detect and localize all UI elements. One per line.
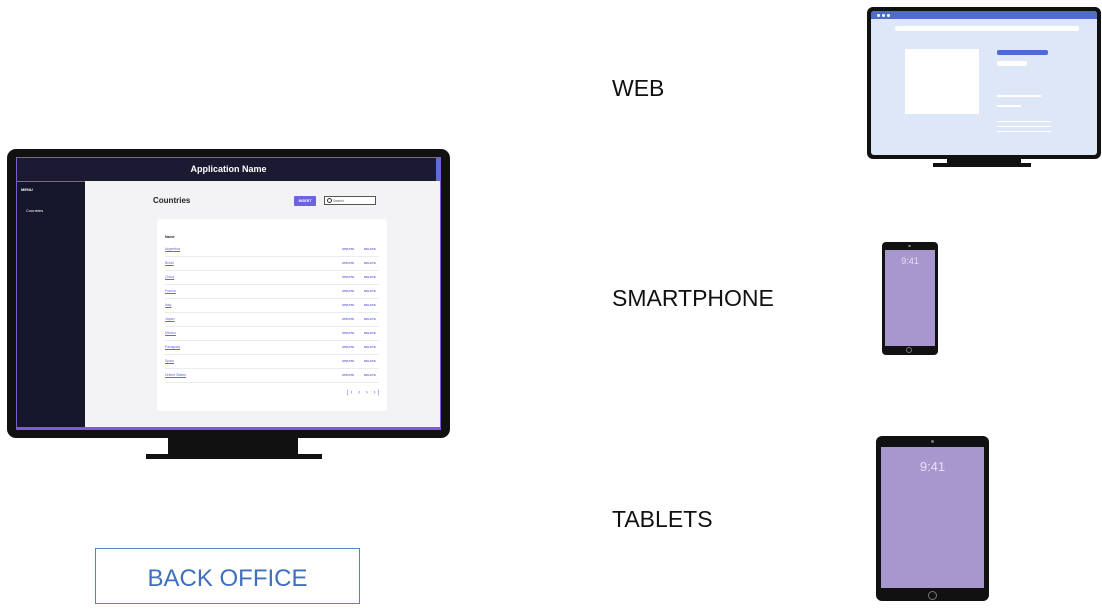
country-link[interactable]: Paraguay [165,345,180,349]
smartphone-mockup: 9:41 [882,242,938,355]
search-placeholder: Search [333,199,345,203]
country-link[interactable]: Brazil [165,261,174,265]
table-row: France UPDATE DELETE [165,285,387,299]
table-row: Paraguay UPDATE DELETE [165,341,387,355]
country-link[interactable]: United States [165,373,186,377]
country-link[interactable]: Spain [165,359,174,363]
insert-button[interactable]: INSERT [294,196,316,206]
tablet-clock: 9:41 [919,459,946,474]
last-page-icon[interactable]: ›| [374,390,382,396]
table-row: Italy UPDATE DELETE [165,299,387,313]
web-browser-mockup [867,7,1101,159]
delete-button[interactable]: DELETE [364,275,376,279]
web-button-placeholder [997,61,1027,66]
country-link[interactable]: China [165,275,174,279]
update-button[interactable]: UPDATE [342,275,354,279]
tablet-mockup: 9:41 [876,436,989,601]
web-text-line [997,131,1051,132]
browser-dot-icon [887,13,890,17]
label-web: WEB [612,75,665,101]
back-office-button[interactable]: BACK OFFICE [95,548,360,604]
label-tablets: TABLETS [612,506,713,532]
header-accent [436,158,440,181]
delete-button[interactable]: DELETE [364,261,376,265]
update-button[interactable]: UPDATE [342,345,354,349]
next-page-icon[interactable]: › [366,390,370,396]
table-row: Mexico UPDATE DELETE [165,327,387,341]
tablet-camera [931,440,934,443]
search-input[interactable]: Search [324,196,376,205]
browser-bar [871,11,1097,19]
update-button[interactable]: UPDATE [342,317,354,321]
screen-bottom-bar [17,427,440,429]
first-page-icon[interactable]: |‹ [347,390,355,396]
update-button[interactable]: UPDATE [342,289,354,293]
prev-page-icon[interactable]: ‹ [358,390,362,396]
table-row: Japan UPDATE DELETE [165,313,387,327]
delete-button[interactable]: DELETE [364,345,376,349]
update-button[interactable]: UPDATE [342,247,354,251]
phone-screen: 9:41 [885,250,935,346]
delete-button[interactable]: DELETE [364,303,376,307]
delete-button[interactable]: DELETE [364,289,376,293]
country-link[interactable]: Argentina [165,247,180,251]
page-title: Countries [153,196,191,205]
web-text-line [997,121,1051,122]
phone-clock: 9:41 [901,256,919,266]
monitor-screen: Application Name MENU Countries Countrie… [16,157,441,430]
monitor-base [146,454,322,459]
menu-title: MENU [21,187,33,192]
search-icon [327,198,332,203]
web-image-placeholder [905,49,979,114]
delete-button[interactable]: DELETE [364,247,376,251]
sidebar-divider [17,181,85,182]
desktop-monitor: Application Name MENU Countries Countrie… [7,149,450,438]
web-address-bar [895,26,1079,31]
update-button[interactable]: UPDATE [342,303,354,307]
table-row: China UPDATE DELETE [165,271,387,285]
app-header: Application Name [17,158,440,181]
update-button[interactable]: UPDATE [342,331,354,335]
country-link[interactable]: Mexico [165,331,176,335]
tablet-screen: 9:41 [881,447,984,588]
web-heading-bar [997,50,1048,55]
browser-dot-icon [877,13,880,17]
delete-button[interactable]: DELETE [364,373,376,377]
sidebar-item-countries[interactable]: Countries [26,208,43,213]
table-row: United States UPDATE DELETE [165,369,387,383]
table-row: Brazil UPDATE DELETE [165,257,387,271]
country-link[interactable]: France [165,289,176,293]
monitor-neck [168,437,298,455]
pagination: |‹ ‹ › ›| [347,390,381,396]
label-smartphone: SMARTPHONE [612,285,774,311]
row-divider [165,382,379,383]
delete-button[interactable]: DELETE [364,359,376,363]
delete-button[interactable]: DELETE [364,317,376,321]
column-header-name: Name [165,235,175,239]
country-link[interactable]: Japan [165,317,175,321]
phone-camera [908,245,911,247]
sidebar: MENU Countries [17,181,85,429]
update-button[interactable]: UPDATE [342,261,354,265]
web-text-line [997,105,1021,107]
countries-table-card: Name |‹ ‹ › ›| Argentina UPDATE DELETE Braz… [157,219,387,411]
update-button[interactable]: UPDATE [342,373,354,377]
web-screen [871,11,1097,155]
country-link[interactable]: Italy [165,303,171,307]
web-text-line [997,95,1041,97]
table-row: Argentina UPDATE DELETE [165,243,387,257]
phone-home-button [906,347,912,353]
browser-dot-icon [882,13,885,17]
delete-button[interactable]: DELETE [364,331,376,335]
tablet-home-button [928,591,937,600]
web-text-line [997,126,1051,127]
table-row: Spain UPDATE DELETE [165,355,387,369]
update-button[interactable]: UPDATE [342,359,354,363]
web-monitor-base [933,163,1031,167]
